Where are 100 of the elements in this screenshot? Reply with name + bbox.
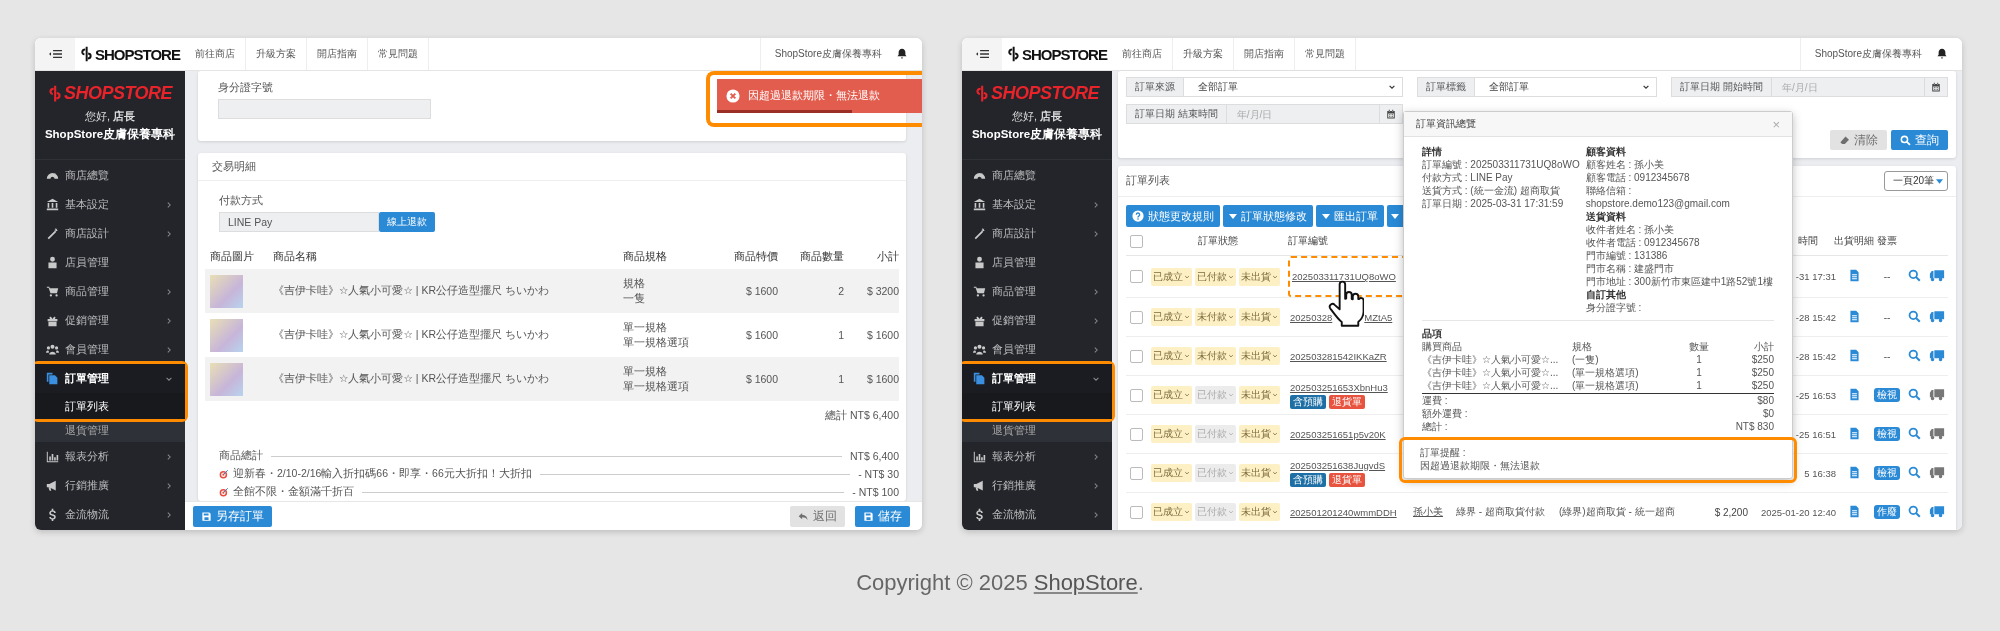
id-number-field[interactable] bbox=[218, 99, 431, 119]
dropdown[interactable]: 全部訂單 bbox=[1474, 77, 1658, 97]
save-as-button[interactable]: 另存訂單 bbox=[193, 505, 272, 527]
nav-link[interactable]: 前往商店 bbox=[1112, 38, 1173, 70]
invoice-button[interactable]: 檢視 bbox=[1874, 427, 1900, 441]
truck-icon[interactable] bbox=[1929, 269, 1945, 282]
sidebar-item[interactable]: 訂單管理 bbox=[35, 364, 185, 393]
page-size-dropdown[interactable]: 一頁20筆 bbox=[1883, 171, 1948, 191]
calendar-button[interactable] bbox=[1924, 77, 1948, 97]
sidebar-item[interactable]: 基本設定 bbox=[962, 190, 1112, 219]
sidebar-item[interactable]: 商品管理 bbox=[962, 277, 1112, 306]
sidebar-item[interactable]: 報表分析 bbox=[962, 442, 1112, 471]
checkbox[interactable] bbox=[1130, 234, 1143, 248]
nav-link[interactable]: 常見問題 bbox=[368, 38, 429, 70]
checkbox[interactable] bbox=[1130, 310, 1143, 324]
status-dropdown[interactable]: 未出貨 bbox=[1239, 308, 1280, 326]
document-icon[interactable] bbox=[1847, 309, 1861, 323]
status-dropdown[interactable]: 未出貨 bbox=[1239, 464, 1280, 482]
invoice-button[interactable]: 檢視 bbox=[1874, 388, 1900, 402]
status-dropdown[interactable]: 未付款 bbox=[1195, 308, 1236, 326]
status-dropdown[interactable]: 已成立 bbox=[1151, 267, 1192, 286]
save-button[interactable]: 儲存 bbox=[855, 505, 910, 527]
document-icon[interactable] bbox=[1847, 465, 1861, 479]
nav-link[interactable]: 開店指南 bbox=[1234, 38, 1295, 70]
nav-link[interactable]: 常見問題 bbox=[1295, 38, 1356, 70]
document-icon[interactable] bbox=[1847, 426, 1861, 440]
copyright-link[interactable]: ShopStore bbox=[1033, 570, 1138, 595]
search-button[interactable]: 查詢 bbox=[1891, 130, 1948, 150]
sidebar-item[interactable]: 店員管理 bbox=[35, 248, 185, 277]
status-dropdown[interactable]: 未出貨 bbox=[1239, 386, 1280, 404]
sidebar-item[interactable]: 金流物流 bbox=[962, 500, 1112, 529]
search-icon[interactable] bbox=[1907, 269, 1921, 282]
truck-icon[interactable] bbox=[1929, 348, 1945, 362]
status-dropdown[interactable]: 已成立 bbox=[1151, 347, 1192, 365]
toolbar-button[interactable]: 狀態更改規則 bbox=[1126, 205, 1220, 227]
sidebar-item[interactable]: 行銷推廣 bbox=[962, 471, 1112, 500]
truck-icon[interactable] bbox=[1929, 309, 1945, 323]
sidebar-item[interactable]: 報表分析 bbox=[35, 442, 185, 471]
sidebar-item[interactable]: 會員管理 bbox=[962, 335, 1112, 364]
search-icon[interactable] bbox=[1907, 309, 1921, 323]
status-dropdown[interactable]: 已成立 bbox=[1151, 503, 1192, 521]
toolbar-button[interactable]: 訂單狀態修改 bbox=[1223, 205, 1313, 227]
order-number-link[interactable]: 202503251638JugvdS bbox=[1290, 459, 1386, 471]
sidebar-item[interactable]: 行銷推廣 bbox=[35, 471, 185, 500]
nav-link[interactable]: 開店指南 bbox=[307, 38, 368, 70]
order-number-link[interactable]: 202501201240wmmDDH bbox=[1290, 506, 1397, 518]
status-dropdown[interactable]: 已付款 bbox=[1195, 267, 1236, 286]
status-dropdown[interactable]: 已成立 bbox=[1151, 425, 1192, 443]
sidebar-item[interactable]: 商店總覽 bbox=[35, 161, 185, 190]
dropdown[interactable]: 全部訂單 bbox=[1184, 77, 1403, 97]
checkbox[interactable] bbox=[1130, 388, 1143, 402]
document-icon[interactable] bbox=[1847, 348, 1861, 362]
checkbox[interactable] bbox=[1130, 466, 1143, 480]
sidebar-item[interactable]: 促銷管理 bbox=[35, 306, 185, 335]
sidebar-item[interactable]: 商店設計 bbox=[35, 219, 185, 248]
sidebar-toggle-button[interactable] bbox=[962, 38, 1002, 70]
document-icon[interactable] bbox=[1847, 387, 1861, 401]
nav-link[interactable]: 升級方案 bbox=[1173, 38, 1234, 70]
status-dropdown[interactable]: 已成立 bbox=[1151, 308, 1192, 326]
sidebar-item[interactable]: 商店設計 bbox=[962, 219, 1112, 248]
order-number-link[interactable]: 20250328 bbox=[1290, 311, 1333, 323]
order-number-link[interactable]: MZtA5 bbox=[1364, 311, 1393, 323]
customer-link[interactable]: 孫小美 bbox=[1413, 506, 1443, 517]
checkbox[interactable] bbox=[1130, 349, 1143, 363]
payment-method-field[interactable]: LINE Pay bbox=[219, 212, 379, 232]
search-icon[interactable] bbox=[1907, 504, 1921, 518]
sidebar-item[interactable]: 商店總覽 bbox=[962, 161, 1112, 190]
order-number-link[interactable]: 202503251653XbnHu3 bbox=[1290, 381, 1388, 393]
truck-icon[interactable] bbox=[1929, 465, 1945, 479]
sidebar-item[interactable]: 訂單管理 bbox=[962, 364, 1112, 393]
status-dropdown[interactable]: 未出貨 bbox=[1239, 425, 1280, 443]
order-number-link[interactable]: 202503251651p5v20K bbox=[1290, 428, 1386, 440]
truck-icon[interactable] bbox=[1929, 387, 1945, 401]
sidebar-subitem[interactable]: 訂單列表 bbox=[962, 393, 1112, 419]
document-icon[interactable] bbox=[1847, 269, 1861, 282]
document-icon[interactable] bbox=[1847, 504, 1861, 518]
refund-button[interactable]: 線上退款 bbox=[379, 212, 435, 232]
nav-link[interactable]: 前往商店 bbox=[185, 38, 246, 70]
sidebar-item[interactable]: 店員管理 bbox=[962, 248, 1112, 277]
sidebar-subitem[interactable]: 訂單列表 bbox=[35, 393, 185, 419]
order-number-link[interactable]: 202503311731UQ8oWO bbox=[1292, 271, 1396, 282]
sidebar-item[interactable]: 基本設定 bbox=[35, 190, 185, 219]
status-dropdown[interactable]: 未出貨 bbox=[1239, 347, 1280, 365]
checkbox[interactable] bbox=[1130, 505, 1143, 519]
status-dropdown[interactable]: 未付款 bbox=[1195, 347, 1236, 365]
status-dropdown[interactable]: 已成立 bbox=[1151, 386, 1192, 404]
truck-icon[interactable] bbox=[1929, 426, 1945, 440]
status-dropdown[interactable]: 未出貨 bbox=[1239, 267, 1280, 286]
sidebar-item[interactable]: 會員管理 bbox=[35, 335, 185, 364]
calendar-button[interactable] bbox=[1378, 104, 1403, 124]
truck-icon[interactable] bbox=[1929, 504, 1945, 518]
status-dropdown[interactable]: 已成立 bbox=[1151, 464, 1192, 482]
sidebar-item[interactable]: 商品管理 bbox=[35, 277, 185, 306]
order-number-link[interactable]: 202503281542IKKaZR bbox=[1290, 350, 1387, 362]
sidebar-toggle-button[interactable] bbox=[35, 38, 75, 70]
status-dropdown[interactable]: 未出貨 bbox=[1239, 503, 1280, 521]
search-icon[interactable] bbox=[1907, 465, 1921, 479]
date-field[interactable]: 年/月/日 bbox=[1226, 104, 1379, 124]
sidebar-item[interactable]: 促銷管理 bbox=[962, 306, 1112, 335]
nav-link[interactable]: 升級方案 bbox=[246, 38, 307, 70]
